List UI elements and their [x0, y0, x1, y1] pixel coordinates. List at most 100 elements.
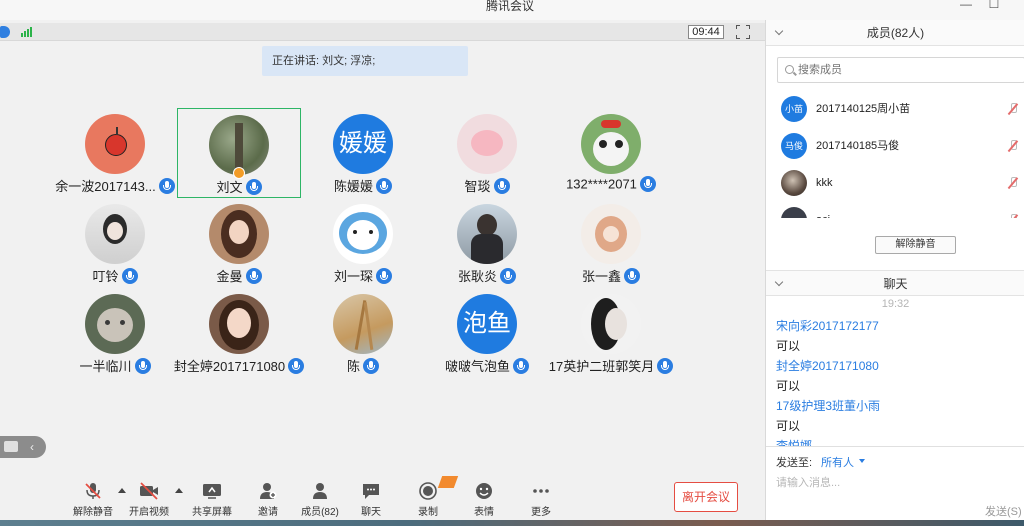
member-name: 2017140125周小苗: [816, 103, 911, 115]
mic-muted-icon: [85, 483, 101, 499]
smiley-icon: [476, 483, 492, 499]
avatar: [781, 207, 807, 218]
participant-name: 金曼: [216, 269, 243, 284]
avatar: [85, 114, 145, 174]
mic-icon: [376, 177, 392, 194]
participant-name: 132****2071: [566, 176, 637, 192]
side-panel: 成员(82人) 小苗 2017140125周小苗 马俊 2017140185马俊…: [765, 20, 1024, 520]
start-video-button[interactable]: 开启视频: [121, 478, 177, 518]
chat-input[interactable]: 请输入消息...: [776, 474, 840, 490]
send-to-label: 发送至:: [776, 457, 813, 469]
avatar: [209, 294, 269, 354]
avatar: 媛媛: [333, 114, 393, 174]
members-button[interactable]: 成员(82): [292, 478, 348, 518]
emoji-button[interactable]: 表情: [456, 478, 512, 518]
search-input[interactable]: [798, 61, 1018, 79]
fullscreen-icon[interactable]: [736, 25, 750, 39]
mic-icon: [624, 267, 640, 284]
video-options-caret[interactable]: [175, 488, 183, 493]
member-list: 小苗 2017140125周小苗 马俊 2017140185马俊 kkk acj: [766, 90, 1024, 218]
avatar: [333, 294, 393, 354]
chat-message: 可以: [776, 419, 801, 433]
video-area: 09:44 正在讲话: 刘文; 浮凉; 余一波2017143... 刘文 媛媛 …: [0, 20, 765, 520]
participant-name: 张耿炎: [457, 269, 497, 284]
mic-icon: [639, 176, 656, 192]
send-button[interactable]: 发送(S): [985, 503, 1022, 519]
member-row[interactable]: kkk: [766, 168, 1024, 198]
participant-tile[interactable]: 132****2071: [549, 108, 673, 198]
gallery-icon[interactable]: [4, 441, 18, 452]
speaking-indicator: 正在讲话: 刘文; 浮凉;: [262, 46, 468, 76]
participant-name: 余一波2017143...: [55, 179, 156, 194]
mic-muted-icon[interactable]: [1007, 214, 1019, 218]
avatar: [85, 204, 145, 264]
participant-tile[interactable]: 17英护二班郭笑月: [548, 288, 674, 378]
signal-icon[interactable]: [21, 27, 33, 37]
member-row[interactable]: 马俊 2017140185马俊: [766, 131, 1024, 161]
search-icon: [785, 65, 794, 74]
invite-button[interactable]: 邀请: [240, 478, 296, 518]
chat-message: 可以: [776, 379, 801, 393]
mic-muted-icon[interactable]: [1007, 140, 1019, 152]
avatar: [85, 294, 145, 354]
shield-icon[interactable]: [0, 26, 10, 38]
participant-name: 陈媛媛: [333, 179, 373, 194]
chat-sender[interactable]: 17级护理3班董小雨: [776, 397, 880, 414]
caret-down-icon[interactable]: [859, 459, 865, 463]
leave-meeting-button[interactable]: 离开会议: [674, 482, 738, 512]
participant-name: 一半临川: [79, 359, 132, 374]
mic-muted-icon[interactable]: [1007, 177, 1019, 189]
camera-off-icon: [140, 482, 158, 500]
chevron-left-icon[interactable]: ‹: [30, 440, 34, 454]
participant-tile[interactable]: 张一鑫: [549, 198, 673, 288]
chat-title: 聊天: [883, 277, 908, 291]
chat-sender[interactable]: 宋向彩2017172177: [776, 317, 879, 334]
member-name: kkk: [816, 177, 833, 189]
mic-icon: [657, 357, 674, 374]
avatar: [457, 114, 517, 174]
mic-icon: [245, 267, 262, 284]
participant-name: 封全婷2017171080: [173, 359, 286, 374]
avatar: [209, 204, 269, 264]
members-header[interactable]: 成员(82人): [766, 20, 1024, 46]
window-title: 腾讯会议: [485, 0, 534, 13]
send-to-select[interactable]: 所有人: [821, 454, 854, 470]
share-screen-button[interactable]: 共享屏幕: [184, 478, 240, 518]
chat-sender[interactable]: 李悦娜: [776, 437, 812, 446]
minimize-button[interactable]: —: [956, 0, 976, 12]
avatar: [333, 204, 393, 264]
mic-muted-icon[interactable]: [1007, 103, 1019, 115]
participant-name: 陈: [346, 359, 360, 374]
maximize-button[interactable]: ☐: [984, 0, 1004, 12]
chat-header[interactable]: 聊天: [766, 270, 1024, 296]
participant-name: 刘文: [216, 180, 243, 195]
chat-messages: 19:32 宋向彩2017172177 可以 封全婷2017171080 可以 …: [766, 296, 1024, 446]
meeting-window: 腾讯会议 — ☐ 09:44 正在讲话: 刘文; 浮凉; 余一波2017143.…: [0, 0, 1024, 526]
participant-name: 17英护二班郭笑月: [548, 359, 655, 374]
participant-name: 刘一琛: [333, 269, 373, 284]
record-button[interactable]: 录制: [400, 476, 459, 518]
participant-name: 智琰: [464, 179, 491, 194]
member-row[interactable]: 小苗 2017140125周小苗: [766, 94, 1024, 124]
side-panel-handle[interactable]: ‹: [0, 436, 46, 458]
meeting-toolbar: 解除静音 开启视频 共享屏幕 邀请 成员(82) 聊天 录制 表情 更多 离开会…: [0, 476, 765, 518]
member-name: 2017140185马俊: [816, 140, 900, 152]
avatar: [581, 114, 641, 174]
chat-sender[interactable]: 封全婷2017171080: [776, 357, 879, 374]
unmute-button[interactable]: 解除静音: [65, 478, 121, 518]
members-title: 成员(82人): [866, 26, 925, 40]
avatar: [209, 115, 269, 175]
unmute-all-button[interactable]: 解除静音: [875, 236, 956, 254]
chat-compose: 发送至: 所有人 请输入消息... 发送(S): [766, 446, 1024, 520]
participant-name: 张一鑫: [581, 269, 621, 284]
user-icon: [313, 483, 327, 499]
more-button[interactable]: 更多: [513, 478, 569, 518]
title-bar: 腾讯会议 — ☐: [0, 0, 1024, 20]
avatar: 泡鱼: [457, 294, 517, 354]
mic-icon: [493, 177, 510, 194]
member-row[interactable]: acj: [766, 205, 1024, 218]
chat-button[interactable]: 聊天: [343, 478, 399, 518]
mic-icon: [500, 267, 516, 284]
member-search[interactable]: [777, 57, 1024, 83]
participant-name: 啵啵气泡鱼: [444, 359, 510, 374]
